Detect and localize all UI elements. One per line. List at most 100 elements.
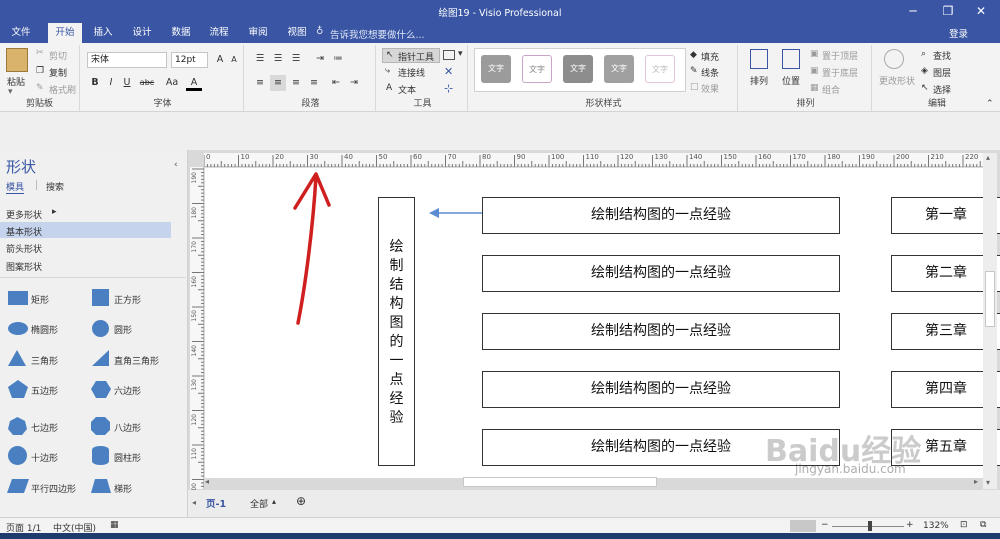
tab-file[interactable]: 文件 bbox=[4, 23, 38, 43]
text-tool-button[interactable]: 文本 bbox=[398, 83, 416, 96]
cut-button[interactable]: 剪切 bbox=[49, 49, 67, 62]
find-button[interactable]: 查找 bbox=[933, 49, 951, 62]
restore-button[interactable]: ❐ bbox=[933, 2, 963, 20]
align-bottom-icon[interactable]: ☰ bbox=[288, 51, 304, 67]
shrink-font-icon[interactable]: A bbox=[226, 52, 242, 68]
shape-octagon[interactable]: 八边形 bbox=[114, 421, 141, 434]
style-sample-2[interactable]: 文字 bbox=[522, 55, 552, 83]
page-tab-1[interactable]: 页-1 bbox=[206, 496, 226, 510]
scroll-right-icon[interactable]: ▸ bbox=[974, 477, 978, 486]
zoom-slider-thumb[interactable] bbox=[868, 521, 872, 531]
shape-hexagon[interactable]: 六边形 bbox=[114, 384, 141, 397]
font-size-select[interactable]: 12pt bbox=[171, 52, 208, 68]
fit-page-icon[interactable]: ⊡ bbox=[960, 520, 968, 530]
connector-button[interactable]: 连接线 bbox=[398, 66, 425, 79]
rectangle-tool-icon[interactable] bbox=[443, 50, 455, 60]
justify-icon[interactable]: ≡ bbox=[306, 75, 322, 91]
sidebar-item-pattern-shapes[interactable]: 图案形状 bbox=[6, 260, 42, 273]
shape-trapezoid[interactable]: 梯形 bbox=[114, 482, 132, 495]
zoom-level[interactable]: 132% bbox=[923, 521, 949, 531]
shape-ellipse[interactable]: 椭圆形 bbox=[31, 323, 58, 336]
presentation-mode-icon[interactable] bbox=[790, 520, 816, 532]
group-button[interactable]: 组合 bbox=[822, 83, 840, 96]
effects-button[interactable]: 效果 bbox=[701, 82, 719, 95]
shape-pentagon[interactable]: 五边形 bbox=[31, 384, 58, 397]
sidebar-item-more-shapes[interactable]: 更多形状 bbox=[6, 208, 42, 221]
align-top-icon[interactable]: ☰ bbox=[252, 51, 268, 67]
shape-heptagon[interactable]: 七边形 bbox=[31, 421, 58, 434]
all-pages-button[interactable]: 全部 bbox=[250, 497, 268, 510]
vertical-scrollbar[interactable]: ▴ ▾ bbox=[983, 153, 997, 489]
position-button[interactable]: 位置 bbox=[782, 74, 800, 87]
tell-me-search[interactable]: 告诉我您想要做什么... bbox=[330, 27, 425, 41]
pointer-tool-button[interactable]: ↖ 指针工具 bbox=[382, 48, 440, 63]
content-box-1[interactable]: 绘制结构图的一点经验 bbox=[482, 197, 840, 234]
align-center-icon[interactable]: ≡ bbox=[270, 75, 286, 91]
zoom-in-icon[interactable]: + bbox=[906, 520, 914, 530]
align-button[interactable]: 排列 bbox=[750, 74, 768, 87]
shape-parallelogram[interactable]: 平行四边形 bbox=[31, 482, 76, 495]
macro-icon[interactable]: ▦ bbox=[110, 520, 119, 530]
zoom-out-icon[interactable]: − bbox=[821, 520, 829, 530]
tab-review[interactable]: 审阅 bbox=[241, 23, 275, 43]
shape-decagon[interactable]: 十边形 bbox=[31, 451, 58, 464]
tab-stencils[interactable]: 模具 bbox=[6, 180, 25, 194]
sidebar-item-arrow-shapes[interactable]: 箭头形状 bbox=[6, 242, 42, 255]
tab-home[interactable]: 开始 bbox=[48, 23, 82, 43]
collapse-pane-icon[interactable]: ‹ bbox=[174, 160, 178, 170]
style-sample-3[interactable]: 文字 bbox=[563, 55, 593, 83]
scroll-up-icon[interactable]: ▴ bbox=[986, 153, 990, 162]
format-painter-button[interactable]: 格式刷 bbox=[49, 83, 76, 96]
underline-button[interactable]: U bbox=[119, 75, 135, 91]
font-family-select[interactable]: 宋体 bbox=[87, 52, 167, 68]
tab-process[interactable]: 流程 bbox=[202, 23, 236, 43]
tab-search[interactable]: 搜索 bbox=[46, 180, 64, 193]
align-middle-icon[interactable]: ☰ bbox=[270, 51, 286, 67]
add-page-button[interactable]: ⊕ bbox=[296, 494, 306, 508]
change-shape-button[interactable]: 更改形状 bbox=[879, 74, 915, 87]
scroll-left-icon[interactable]: ◂ bbox=[205, 477, 209, 486]
layers-button[interactable]: 图层 bbox=[933, 66, 951, 79]
scroll-down-icon[interactable]: ▾ bbox=[986, 478, 990, 487]
minimize-button[interactable]: ─ bbox=[898, 2, 928, 20]
font-color-button[interactable]: A bbox=[186, 75, 202, 91]
sidebar-item-basic-shapes[interactable]: 基本形状 bbox=[6, 225, 42, 238]
style-sample-1[interactable]: 文字 bbox=[481, 55, 511, 83]
bring-front-button[interactable]: 置于顶层 bbox=[822, 49, 858, 62]
horizontal-scrollbar-thumb[interactable] bbox=[463, 477, 657, 487]
shape-triangle[interactable]: 三角形 bbox=[31, 354, 58, 367]
connection-point-icon[interactable]: ⊹ bbox=[444, 82, 453, 95]
style-sample-4[interactable]: 文字 bbox=[604, 55, 634, 83]
chevron-down-icon[interactable]: ▾ bbox=[458, 49, 463, 59]
switch-windows-icon[interactable]: ⧉ bbox=[980, 520, 986, 530]
line-button[interactable]: 线条 bbox=[701, 66, 719, 79]
prev-page-icon[interactable]: ◂ bbox=[192, 498, 196, 507]
bold-button[interactable]: B bbox=[87, 75, 103, 91]
connector-arrow[interactable] bbox=[427, 206, 489, 220]
align-left-icon[interactable]: ≡ bbox=[252, 75, 268, 91]
drawing-page[interactable]: 绘制结构图的一点经验 绘制结构图的一点经验 绘制结构图的一点经验 绘制结构图的一… bbox=[205, 168, 1000, 478]
close-icon[interactable]: ✕ bbox=[444, 65, 453, 78]
shape-circle[interactable]: 圆形 bbox=[114, 323, 132, 336]
content-box-4[interactable]: 绘制结构图的一点经验 bbox=[482, 371, 840, 408]
content-box-2[interactable]: 绘制结构图的一点经验 bbox=[482, 255, 840, 292]
tab-view[interactable]: 视图 bbox=[280, 23, 314, 43]
strikethrough-button[interactable]: abc bbox=[136, 75, 158, 91]
shape-rectangle[interactable]: 矩形 bbox=[31, 293, 49, 306]
shape-square[interactable]: 正方形 bbox=[114, 293, 141, 306]
collapse-ribbon-icon[interactable]: ⌃ bbox=[986, 99, 994, 109]
select-button[interactable]: 选择 bbox=[933, 83, 951, 96]
tab-data[interactable]: 数据 bbox=[164, 23, 198, 43]
login-link[interactable]: 登录 bbox=[949, 26, 968, 40]
send-back-button[interactable]: 置于底层 bbox=[822, 66, 858, 79]
shape-cylinder[interactable]: 圆柱形 bbox=[114, 451, 141, 464]
decrease-indent-icon[interactable]: ⇤ bbox=[328, 75, 344, 91]
change-case-button[interactable]: Aa bbox=[162, 75, 182, 91]
indent-icon[interactable]: ⇥ bbox=[312, 51, 328, 67]
tab-insert[interactable]: 插入 bbox=[86, 23, 120, 43]
italic-button[interactable]: I bbox=[103, 75, 119, 91]
copy-button[interactable]: 复制 bbox=[49, 66, 67, 79]
tab-design[interactable]: 设计 bbox=[125, 23, 159, 43]
content-box-3[interactable]: 绘制结构图的一点经验 bbox=[482, 313, 840, 350]
increase-indent-icon[interactable]: ⇥ bbox=[346, 75, 362, 91]
